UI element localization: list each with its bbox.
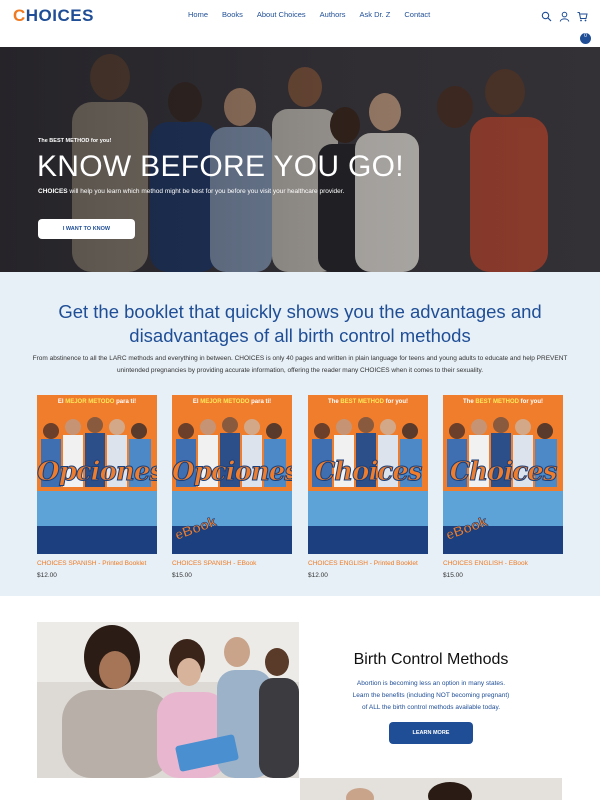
user-icon[interactable]: [559, 9, 570, 22]
product-cover-image[interactable]: The BEST METHOD for you! Choices eBook: [443, 395, 563, 554]
product-title[interactable]: CHOICES SPANISH - Printed Booklet: [37, 560, 157, 567]
site-logo[interactable]: CHOICES: [13, 7, 94, 24]
site-header: CHOICES Home Books About Choices Authors…: [0, 0, 600, 44]
second-section-photo: [300, 778, 562, 800]
product-title[interactable]: CHOICES ENGLISH - EBook: [443, 560, 563, 567]
product-price: $12.00: [308, 572, 328, 579]
main-nav: Home Books About Choices Authors Ask Dr.…: [188, 10, 444, 20]
cart-count-badge: 0: [580, 33, 591, 44]
cover-brand-title: Opciones: [172, 457, 292, 488]
nav-home[interactable]: Home: [188, 10, 208, 20]
nav-books[interactable]: Books: [222, 10, 243, 20]
booklet-section: Get the booklet that quickly shows you t…: [0, 272, 600, 596]
product-cover-image[interactable]: El MEJOR METODO para ti! Opciones: [37, 395, 157, 554]
cart-icon[interactable]: 0: [577, 9, 591, 44]
hero-kicker: The BEST METHOD for you!: [38, 138, 112, 144]
booklet-heading: Get the booklet that quickly shows you t…: [58, 301, 542, 346]
nav-about-choices[interactable]: About Choices: [257, 10, 306, 20]
cover-brand-title: Opciones: [37, 457, 157, 488]
product-price: $15.00: [172, 572, 192, 579]
birth-control-methods-text: Abortion is becoming less an option in m…: [352, 680, 510, 711]
product-card[interactable]: El MEJOR METODO para ti! Opciones CHOICE…: [37, 395, 157, 579]
header-icons: 0: [541, 9, 591, 44]
product-card[interactable]: The BEST METHOD for you! Choices eBook C…: [443, 395, 563, 579]
product-card[interactable]: The BEST METHOD for you! Choices CHOICES…: [308, 395, 428, 579]
cover-brand-title: Choices: [449, 457, 558, 488]
hero-title: KNOW BEFORE YOU GO!: [37, 150, 404, 183]
birth-control-methods-title: Birth Control Methods: [353, 651, 509, 668]
learn-more-button[interactable]: LEARN MORE: [389, 722, 473, 744]
cover-brand-title: Choices: [314, 457, 423, 488]
booklet-description: From abstinence to all the LARC methods …: [32, 355, 568, 374]
product-price: $15.00: [443, 572, 463, 579]
hero-subtitle: CHOICES will help you learn which method…: [38, 188, 345, 195]
search-icon[interactable]: [541, 9, 552, 22]
nav-ask-dr-z[interactable]: Ask Dr. Z: [360, 10, 391, 20]
nav-authors[interactable]: Authors: [320, 10, 346, 20]
product-title[interactable]: CHOICES SPANISH - EBook: [172, 560, 292, 567]
product-card[interactable]: El MEJOR METODO para ti! Opciones eBook …: [172, 395, 292, 579]
i-want-to-know-button[interactable]: I WANT TO KNOW: [38, 219, 135, 239]
hero-banner: The BEST METHOD for you! KNOW BEFORE YOU…: [0, 47, 600, 272]
students-reading-photo: [37, 622, 299, 778]
product-cover-image[interactable]: El MEJOR METODO para ti! Opciones eBook: [172, 395, 292, 554]
product-price: $12.00: [37, 572, 57, 579]
nav-contact[interactable]: Contact: [404, 10, 430, 20]
product-cover-image[interactable]: The BEST METHOD for you! Choices: [308, 395, 428, 554]
product-title[interactable]: CHOICES ENGLISH - Printed Booklet: [308, 560, 428, 567]
